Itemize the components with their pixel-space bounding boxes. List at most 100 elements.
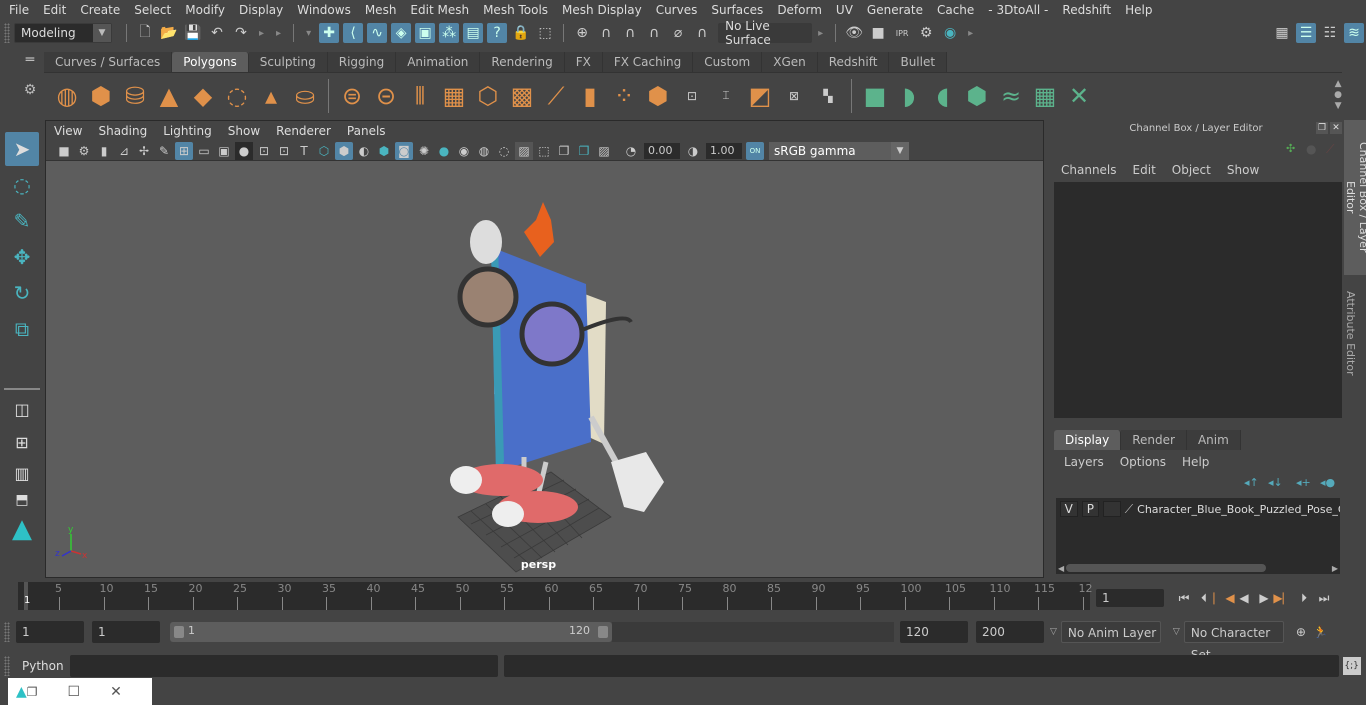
menu-modify[interactable]: Modify [176, 3, 230, 17]
menu-windows[interactable]: Windows [288, 3, 356, 17]
menu-edit-mesh[interactable]: Edit Mesh [401, 3, 474, 17]
hypershade-icon[interactable]: ◉ [940, 23, 960, 43]
layer-type-toggle[interactable] [1103, 501, 1121, 517]
uv-layout-icon[interactable]: ✕ [1064, 81, 1094, 111]
layer-menu-help[interactable]: Help [1174, 455, 1217, 469]
poly-cube-icon[interactable]: ⬢ [86, 81, 116, 111]
planar-uv-icon[interactable]: ◩ [745, 81, 775, 111]
offset-edge-loop-icon[interactable]: ⌶ [711, 81, 741, 111]
grease-pencil-icon[interactable]: ✎ [155, 142, 173, 160]
move-tool-icon[interactable]: ✥ [5, 240, 39, 274]
camera-attributes-icon[interactable]: ⚙ [75, 142, 93, 160]
channel-menu-channels[interactable]: Channels [1048, 163, 1125, 177]
screen-space-ao-icon[interactable]: ◉ [455, 142, 473, 160]
move-layer-up-icon[interactable]: ◂↑ [1244, 476, 1259, 489]
channel-menu-edit[interactable]: Edit [1125, 163, 1164, 177]
shelf-menu-icon[interactable]: ═ [18, 52, 42, 68]
menu-select[interactable]: Select [125, 3, 176, 17]
depth-of-field-icon[interactable]: ▨ [515, 141, 533, 160]
side-tab-channel-box[interactable]: Channel Box / Layer Editor [1344, 120, 1366, 275]
time-slider[interactable]: 1 5 10 15 20 25 30 35 40 45 50 55 60 65 70 75 80 85 90 95 1… [18, 582, 1093, 610]
shelf-tab-rendering[interactable]: Rendering [480, 52, 565, 72]
uv-cylindrical-map-icon[interactable]: ◗ [894, 81, 924, 111]
script-language-toggle[interactable]: Python [22, 659, 64, 673]
layer-visibility-toggle[interactable]: V [1060, 501, 1078, 517]
viewport-menu-renderer[interactable]: Renderer [268, 124, 339, 138]
animation-start-field[interactable]: 1 [16, 621, 84, 643]
menu-deform[interactable]: Deform [768, 3, 827, 17]
animation-end-field[interactable]: 200 [976, 621, 1044, 643]
automatic-uv-icon[interactable]: ⊠ [779, 81, 809, 111]
new-scene-icon[interactable]: 🗋 [135, 23, 155, 43]
select-curves-icon[interactable]: ⁂ [439, 23, 460, 43]
shelf-tab-custom[interactable]: Custom [693, 52, 763, 72]
snap-magnet-icon[interactable]: ∩ [692, 23, 712, 43]
motion-blur-icon[interactable]: ◍ [475, 142, 493, 160]
shelf-tab-bullet[interactable]: Bullet [889, 52, 948, 72]
open-scene-icon[interactable]: 📂 [159, 23, 179, 43]
collapse-icon[interactable]: ▸ [259, 28, 264, 39]
shelf-scroll-icon[interactable]: ▲ ● ▼ [1334, 79, 1342, 112]
layer-name[interactable]: Character_Blue_Book_Puzzled_Pose_C [1137, 503, 1340, 516]
viewport-menu-view[interactable]: View [46, 124, 90, 138]
ipr-render-icon[interactable]: IPR [892, 23, 912, 43]
new-layer-icon[interactable]: ◂+ [1296, 476, 1311, 489]
layer-color-icon[interactable]: ⟋ [1125, 502, 1133, 517]
outliner-layout-icon[interactable]: ▥ [5, 458, 39, 488]
manipulator-icon[interactable]: ✣ [1286, 142, 1295, 155]
select-by-hierarchy-icon[interactable]: ✚ [319, 23, 340, 43]
single-pane-layout-icon[interactable]: ◫ [5, 392, 39, 426]
maximize-icon[interactable]: ☐ [68, 684, 81, 700]
range-slider[interactable]: 1 120 [170, 622, 612, 642]
append-icon[interactable]: ⁘ [609, 81, 639, 111]
safe-action-icon[interactable]: ⊡ [275, 142, 293, 160]
float-panel-icon[interactable]: ❐ [1316, 122, 1328, 134]
snap-curve-icon[interactable]: ∩ [596, 23, 616, 43]
shelf-tab-rigging[interactable]: Rigging [327, 52, 397, 72]
shadows-icon[interactable]: ● [435, 142, 453, 160]
isolate-select-icon[interactable]: ⬚ [535, 142, 553, 160]
snap-point-icon[interactable]: ∩ [620, 23, 640, 43]
anti-aliasing-icon[interactable]: ◌ [495, 142, 513, 160]
smooth-icon[interactable]: ▦ [439, 81, 469, 111]
shelf-tab-curves-surfaces[interactable]: Curves / Surfaces [44, 52, 173, 72]
scroll-right-icon[interactable]: ▶ [1330, 564, 1340, 573]
separate-icon[interactable]: ⊝ [371, 81, 401, 111]
command-input[interactable] [69, 655, 498, 677]
bevel-icon[interactable]: ▩ [507, 81, 537, 111]
layer-menu-layers[interactable]: Layers [1054, 455, 1112, 469]
playback-start-field[interactable]: 1 [92, 621, 160, 643]
select-misc-icon[interactable]: ? [487, 23, 508, 43]
step-back-key-icon[interactable]: ⎸◀ [1213, 589, 1234, 607]
menu-redshift[interactable]: Redshift [1053, 3, 1116, 17]
smooth-shade-icon[interactable]: ⬢ [335, 141, 353, 160]
collapse-icon[interactable]: ▸ [968, 28, 973, 39]
playback-end-field[interactable]: 120 [900, 621, 968, 643]
chevron-down-icon[interactable]: ▽ [1173, 627, 1180, 637]
render-view-icon[interactable]: 👁 [844, 23, 864, 43]
two-pane-layout-icon[interactable]: ⬒ [5, 490, 39, 510]
modeling-toolkit-icon[interactable]: ▦ [1272, 23, 1292, 43]
highlight-select-icon[interactable]: ⬚ [535, 23, 555, 43]
snap-view-plane-icon[interactable]: ∩ [644, 23, 664, 43]
live-surface-field[interactable]: No Live Surface [718, 19, 813, 47]
shelf-tab-polygons[interactable]: Polygons [172, 52, 249, 72]
go-to-end-icon[interactable]: ⏭ [1315, 589, 1333, 607]
layer-menu-options[interactable]: Options [1112, 455, 1174, 469]
uv-editor-icon[interactable]: ▚ [813, 81, 843, 111]
poly-pyramid-icon[interactable]: ▴ [256, 81, 286, 111]
render-settings-icon[interactable]: ⚙ [916, 23, 936, 43]
select-by-component-icon[interactable]: ∿ [367, 23, 388, 43]
xray-joints-icon[interactable]: ❐ [575, 142, 593, 160]
menu-create[interactable]: Create [71, 3, 125, 17]
step-forward-frame-icon[interactable]: ⏵ [1295, 589, 1313, 607]
play-backwards-icon[interactable]: ◀ [1235, 589, 1253, 607]
slash-icon[interactable]: ⟋ [1326, 142, 1334, 157]
chevron-down-icon[interactable]: ▾ [306, 28, 311, 39]
uv-spherical-map-icon[interactable]: ◖ [928, 81, 958, 111]
multicut-icon[interactable]: ⟋ [541, 81, 571, 111]
bookmark-icon[interactable]: ▮ [95, 142, 113, 160]
shelf-tab-xgen[interactable]: XGen [762, 52, 818, 72]
poly-cylinder-icon[interactable]: ⛁ [120, 81, 150, 111]
uv-checker-icon[interactable]: ▦ [1030, 81, 1060, 111]
